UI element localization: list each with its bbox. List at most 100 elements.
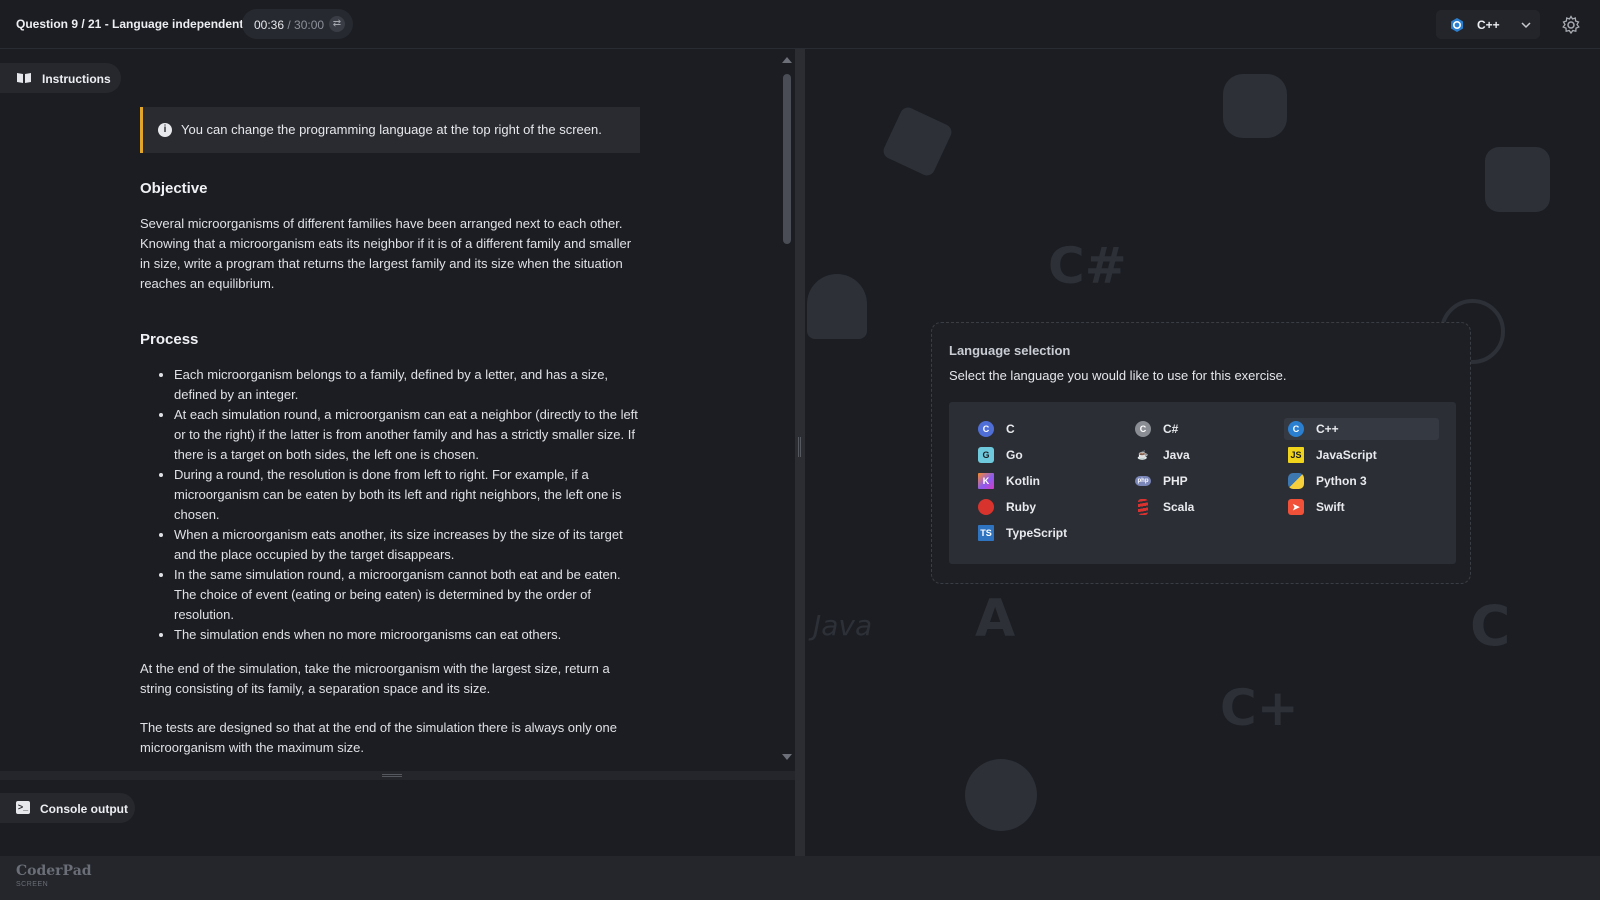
language-name: Python 3 [1316,474,1367,488]
instructions-content: Objective Several microorganisms of diff… [140,179,640,758]
terminal-icon: >_ [16,801,30,814]
typescript-logo-icon: TS [978,525,994,541]
instructions-pane: Instructions i You can change the progra… [0,49,795,771]
info-icon: i [158,123,172,137]
selected-language-label: C++ [1477,18,1500,32]
language-grid: C C C C# C C++ G Go ☕ Java JS JavaScript [949,402,1456,564]
scroll-down-arrow[interactable] [782,754,792,760]
language-option-java[interactable]: ☕ Java [1131,444,1286,466]
ruby-logo-icon [978,499,994,515]
language-option-php[interactable]: php PHP [1131,470,1286,492]
language-dropdown[interactable]: C++ [1436,10,1540,39]
language-name: Swift [1316,500,1345,514]
git-bg-icon [880,104,955,179]
language-name: JavaScript [1316,448,1377,462]
top-bar: Question 9 / 21 - Language independent 0… [0,0,1600,49]
language-option-csharp[interactable]: C C# [1131,418,1286,440]
scroll-up-arrow[interactable] [782,57,792,63]
swift-bg-icon [1485,147,1550,212]
gear-icon[interactable] [1561,15,1581,35]
timer-elapsed: 00:36 [254,18,285,32]
info-text: You can change the programming language … [181,122,602,137]
process-heading: Process [140,331,199,348]
language-name: Scala [1163,500,1195,514]
language-option-typescript[interactable]: TS TypeScript [974,522,1129,544]
list-item: At each simulation round, a microorganis… [174,405,640,465]
brand-subtitle: SCREEN [16,881,49,888]
info-banner: i You can change the programming languag… [140,107,640,153]
timer: 00:36 / 30:00 ⇄ [242,9,353,39]
python-bg-icon [1223,74,1287,138]
chevron-down-icon [1521,22,1531,29]
go-logo-icon: G [978,447,994,463]
language-name: Go [1006,448,1023,462]
language-name: Kotlin [1006,474,1040,488]
grip-icon [382,774,402,777]
csharp-bg-icon: C# [1048,237,1127,295]
book-icon [17,73,31,83]
language-name: Ruby [1006,500,1036,514]
csharp-logo-icon: C [1135,421,1151,437]
language-option-swift[interactable]: ➤ Swift [1284,496,1439,518]
swap-icon[interactable]: ⇄ [329,16,345,32]
java-bg-icon: Java [813,609,873,642]
language-name: C [1006,422,1015,436]
vertical-resize-handle[interactable] [795,49,805,856]
objective-text: Several microorganisms of different fami… [140,216,632,291]
tab-instructions-label: Instructions [42,72,111,86]
process-list: Each microorganism belongs to a family, … [174,365,640,645]
tab-console-label: Console output [40,802,128,816]
language-option-kotlin[interactable]: K Kotlin [974,470,1129,492]
language-option-c[interactable]: C C [974,418,1129,440]
swift-logo-icon: ➤ [1288,499,1304,515]
dialog-title: Language selection [949,343,1071,358]
language-option-ruby[interactable]: Ruby [974,496,1129,518]
kotlin-logo-icon: K [978,473,994,489]
editor-pane: C# Java A C C+ Language selection Select… [805,49,1600,856]
c-bg-icon: C [1470,594,1511,658]
scala-logo-icon [1138,499,1148,515]
footer: CoderPad SCREEN [0,856,1600,900]
language-option-javascript[interactable]: JS JavaScript [1284,444,1439,466]
timer-total: 30:00 [294,18,325,32]
grip-icon [798,437,801,457]
language-name: TypeScript [1006,526,1068,540]
language-option-cpp[interactable]: C C++ [1284,418,1439,440]
end-paragraph: At the end of the simulation, take the m… [140,661,610,696]
language-option-python3[interactable]: Python 3 [1284,470,1439,492]
list-item: During a round, the resolution is done f… [174,465,640,525]
list-item: Each microorganism belongs to a family, … [174,365,640,405]
list-item: When a microorganism eats another, its s… [174,525,640,565]
cpp-bg-icon: C+ [1220,679,1299,737]
language-option-scala[interactable]: Scala [1131,496,1286,518]
brand-logo: CoderPad [16,863,92,879]
cpp-logo-icon [1451,18,1463,32]
language-selection-dialog: Language selection Select the language y… [931,322,1471,584]
language-option-go[interactable]: G Go [974,444,1129,466]
timer-separator: / [284,18,295,32]
list-item: The simulation ends when no more microor… [174,625,640,645]
tab-instructions[interactable]: Instructions [0,63,121,93]
c-logo-icon: C [978,421,994,437]
dialog-description: Select the language you would like to us… [949,368,1287,383]
question-title: Question 9 / 21 - Language independent [16,17,244,31]
python-logo-icon [1288,473,1304,489]
scrollbar[interactable] [783,74,791,244]
language-name: PHP [1163,474,1188,488]
angular-bg-icon: A [975,589,1016,649]
language-name: C# [1163,422,1179,436]
console-pane: >_ Console output [0,780,797,856]
cpp-logo-icon: C [1288,421,1304,437]
language-name: Java [1163,448,1190,462]
android-bg-icon [807,274,867,339]
php-logo-icon: php [1135,476,1151,486]
horizontal-resize-handle[interactable] [0,771,797,780]
tab-console-output[interactable]: >_ Console output [0,793,135,823]
language-name: C++ [1316,422,1339,436]
javascript-logo-icon: JS [1288,447,1304,463]
java-logo-icon: ☕ [1137,450,1149,460]
list-item: In the same simulation round, a microorg… [174,565,640,625]
php-bg-icon [965,759,1037,831]
objective-heading: Objective [140,180,208,197]
tests-paragraph: The tests are designed so that at the en… [140,720,617,755]
